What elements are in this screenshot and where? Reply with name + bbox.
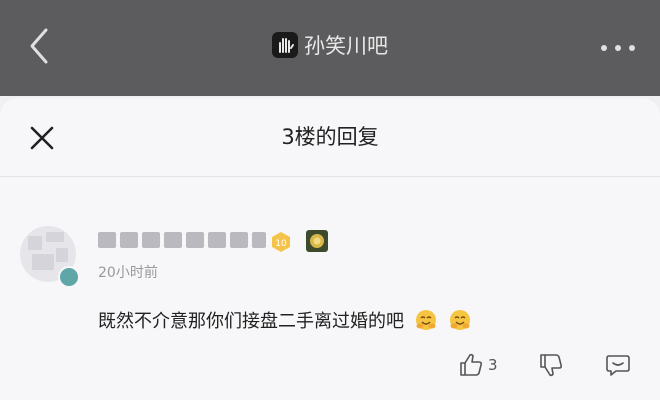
reply-sheet: 3楼的回复 10 20小时前 既然不介意那你们接盘二手离过婚的吧 3 (0, 98, 660, 400)
medal-icon (306, 230, 328, 252)
thumbs-up-icon[interactable] (458, 352, 484, 378)
sheet-title: 3楼的回复 (281, 125, 379, 149)
avatar-badge-icon (58, 266, 80, 288)
forum-name: 孙笑川吧 (304, 34, 388, 58)
level-badge-icon: 10 (272, 232, 290, 252)
forum-title[interactable]: 孙笑川吧 (0, 30, 660, 62)
post-time: 20小时前 (98, 265, 158, 281)
more-dots-icon[interactable] (598, 38, 638, 58)
reply-content: 既然不介意那你们接盘二手离过婚的吧 (98, 308, 472, 335)
forum-header: 孙笑川吧 (0, 0, 660, 96)
divider (0, 176, 660, 177)
hug-emoji-icon (416, 310, 436, 330)
level-value: 10 (275, 239, 287, 249)
thumbs-down-icon[interactable] (538, 352, 564, 378)
hug-emoji-icon (450, 310, 470, 330)
forum-logo-icon (272, 32, 298, 58)
reply-text: 既然不介意那你们接盘二手离过婚的吧 (98, 311, 404, 332)
like-count: 3 (488, 356, 498, 374)
reply-comment-icon[interactable] (605, 352, 631, 378)
level-badge: 10 (270, 231, 292, 253)
